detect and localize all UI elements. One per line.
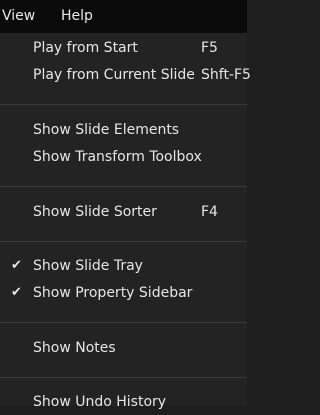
menu-item-play-from-current-slide[interactable]: Play from Current Slide Shft-F5 xyxy=(0,62,251,88)
menu-separator xyxy=(0,322,247,323)
menu-item-shortcut: F4 xyxy=(201,204,218,220)
menu-item-show-slide-elements[interactable]: Show Slide Elements xyxy=(0,117,247,143)
menu-item-show-notes[interactable]: Show Notes xyxy=(0,335,247,361)
menu-item-show-slide-tray[interactable]: ✔ Show Slide Tray xyxy=(0,253,247,279)
menu-item-show-slide-sorter[interactable]: Show Slide Sorter F4 xyxy=(0,199,247,225)
menu-help[interactable]: Help xyxy=(61,7,93,25)
menu-bar: View Help xyxy=(0,0,247,33)
view-dropdown-menu: Play from Start F5 Play from Current Sli… xyxy=(0,33,251,410)
checkmark-icon: ✔ xyxy=(11,285,22,300)
menu-item-label: Play from Start xyxy=(33,40,138,56)
menu-item-label: Play from Current Slide xyxy=(33,67,195,83)
menu-item-label: Show Slide Elements xyxy=(33,122,180,138)
menu-item-label: Show Undo History xyxy=(33,394,167,410)
menu-separator xyxy=(0,104,247,105)
menu-item-label: Show Notes xyxy=(33,340,116,356)
menu-item-show-property-sidebar[interactable]: ✔ Show Property Sidebar xyxy=(0,280,247,306)
menu-item-shortcut: Shft-F5 xyxy=(201,67,251,83)
menu-view[interactable]: View xyxy=(2,7,35,25)
menu-separator xyxy=(0,377,247,378)
menu-separator xyxy=(0,186,247,187)
checkmark-icon: ✔ xyxy=(11,258,22,273)
menu-item-label: Show Slide Sorter xyxy=(33,204,157,220)
menu-item-shortcut: F5 xyxy=(201,40,218,56)
menu-item-show-undo-history[interactable]: Show Undo History xyxy=(0,389,247,415)
menu-item-label: Show Slide Tray xyxy=(33,258,143,274)
menu-item-label: Show Property Sidebar xyxy=(33,285,193,301)
menu-item-label: Show Transform Toolbox xyxy=(33,149,202,165)
menu-item-play-from-start[interactable]: Play from Start F5 xyxy=(0,35,247,61)
menu-item-show-transform-toolbox[interactable]: Show Transform Toolbox xyxy=(0,144,247,170)
menu-separator xyxy=(0,241,247,242)
